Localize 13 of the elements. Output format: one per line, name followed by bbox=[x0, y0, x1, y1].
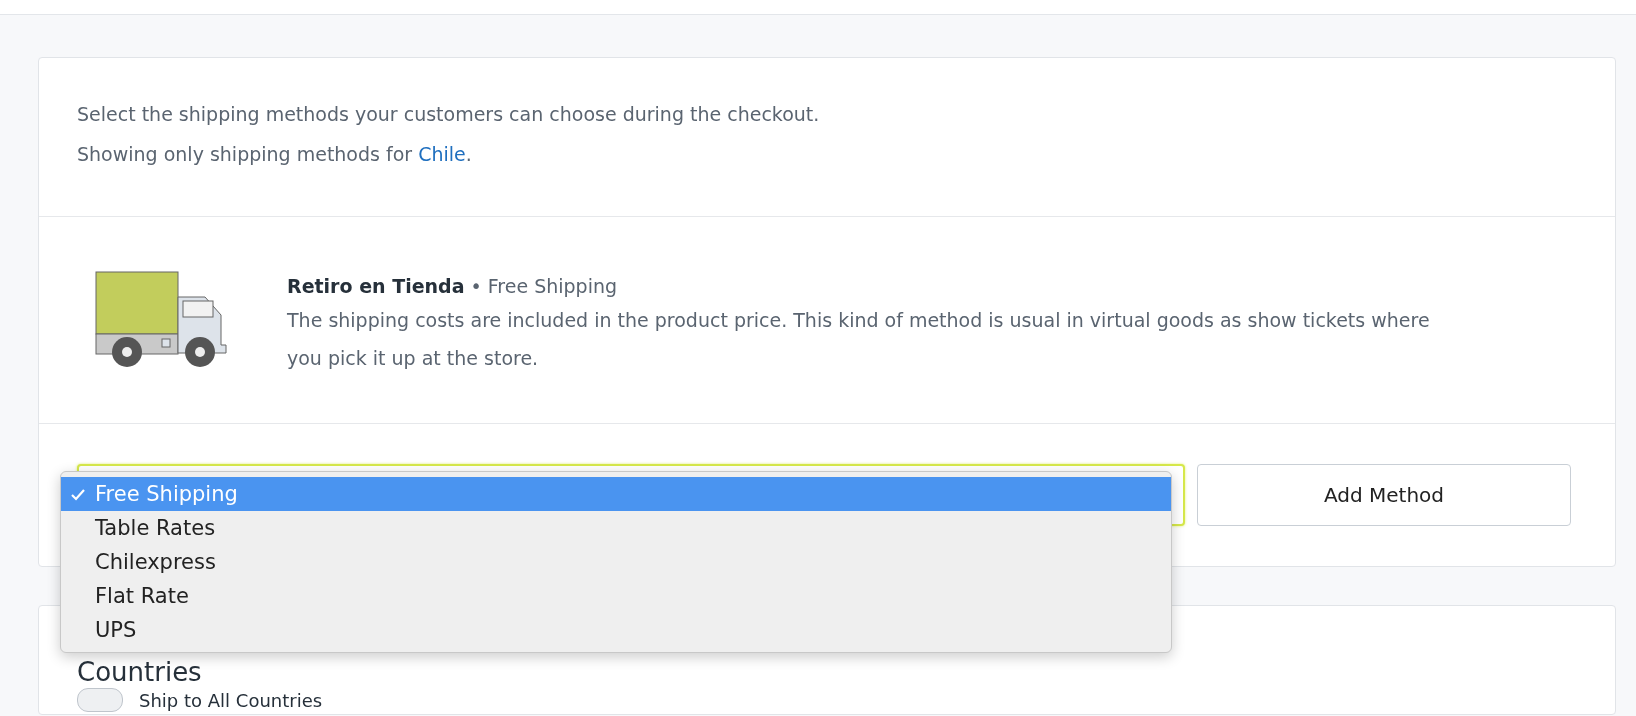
add-method-button[interactable]: Add Method bbox=[1197, 464, 1571, 526]
intro-text: Select the shipping methods your customers can choose during the checkout. bbox=[77, 102, 821, 127]
section-heading: Countries bbox=[77, 658, 203, 686]
method-description: The shipping costs are included in the product price. This kind of method is usual in virtual goods as show tickets where you pick it up at the store. bbox=[287, 308, 1431, 371]
dropdown-option[interactable]: Chilexpress bbox=[61, 545, 1171, 579]
dropdown-option[interactable]: Table Rates bbox=[61, 511, 1171, 545]
toggle-label: Ship to All Countries bbox=[139, 689, 323, 711]
dropdown-option[interactable]: UPS bbox=[61, 613, 1171, 647]
dropdown-option[interactable]: Flat Rate bbox=[61, 579, 1171, 613]
method-title: Retiro en Tienda • Free Shipping bbox=[287, 274, 619, 299]
toggle-switch[interactable] bbox=[77, 688, 123, 712]
country-text: Showing only shipping methods for Chile. bbox=[77, 142, 473, 167]
check-icon bbox=[71, 488, 85, 501]
